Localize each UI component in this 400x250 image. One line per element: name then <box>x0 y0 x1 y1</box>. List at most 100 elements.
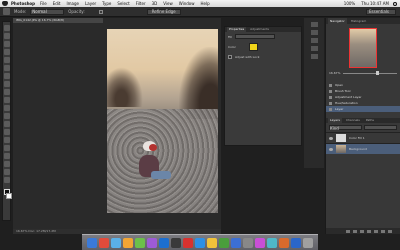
tool-preset-icon[interactable] <box>3 8 10 15</box>
mode-label: Mode: <box>14 9 27 14</box>
clock[interactable]: Thu 10:47 AM <box>361 1 389 6</box>
tab-adjustments[interactable]: Adjustments <box>248 27 271 32</box>
trash-icon[interactable] <box>388 229 392 233</box>
dock-app-icon[interactable] <box>207 237 217 248</box>
eye-icon[interactable] <box>329 136 333 140</box>
dock-app-icon[interactable] <box>123 237 133 248</box>
pen-tool-icon[interactable] <box>3 137 10 143</box>
menu-help[interactable]: Help <box>201 1 210 6</box>
layer-kind-filter[interactable]: Kind <box>329 125 362 131</box>
app-menu[interactable]: Photoshop <box>11 1 35 6</box>
list-item[interactable]: Layer <box>326 106 400 112</box>
dock-app-icon[interactable] <box>303 237 313 248</box>
layer-row-background[interactable]: Background <box>326 143 400 154</box>
tab-histogram[interactable]: Histogram <box>349 18 369 24</box>
mask-icon[interactable] <box>360 229 364 233</box>
dock-app-icon[interactable] <box>135 237 145 248</box>
color-panel-icon[interactable] <box>310 38 318 43</box>
group-icon[interactable] <box>374 229 378 233</box>
menu-image[interactable]: Image <box>66 1 79 6</box>
quick-select-tool-icon[interactable] <box>3 49 10 55</box>
dodge-tool-icon[interactable] <box>3 129 10 135</box>
document-tab[interactable]: IMG_0142.JPG @ 16.7% (RGB/8) <box>13 18 103 23</box>
dock-app-icon[interactable] <box>243 237 253 248</box>
zoom-value[interactable]: 16.67% <box>329 71 340 75</box>
menu-3d[interactable]: 3D <box>152 1 158 6</box>
blend-mode-select[interactable] <box>364 125 397 130</box>
dock-app-icon[interactable] <box>231 237 241 248</box>
workspace-select[interactable]: Essentials <box>366 8 396 15</box>
dock-app-icon[interactable] <box>279 237 289 248</box>
apple-menu-icon[interactable] <box>2 1 8 6</box>
background-color-swatch[interactable] <box>5 193 12 199</box>
hand-tool-icon[interactable] <box>3 169 10 175</box>
mode-select[interactable]: Normal <box>30 8 65 15</box>
right-panel-column: Navigator Histogram 16.67% Open Brush To… <box>325 18 400 234</box>
adjustment-layer-icon[interactable] <box>367 229 371 233</box>
dock-app-icon[interactable] <box>183 237 193 248</box>
blur-tool-icon[interactable] <box>3 121 10 127</box>
eyedropper-tool-icon[interactable] <box>3 65 10 71</box>
tab-navigator[interactable]: Navigator <box>328 18 347 24</box>
menu-layer[interactable]: Layer <box>85 1 96 6</box>
layer-row-color-fill[interactable]: Color Fill 1 <box>326 132 400 143</box>
link-layers-icon[interactable] <box>346 229 350 233</box>
dock-app-icon[interactable] <box>159 237 169 248</box>
battery-status[interactable]: 100% <box>344 1 355 6</box>
dock-app-icon[interactable] <box>255 237 265 248</box>
menu-edit[interactable]: Edit <box>53 1 61 6</box>
menu-select[interactable]: Select <box>117 1 129 6</box>
menu-type[interactable]: Type <box>102 1 111 6</box>
healing-brush-tool-icon[interactable] <box>3 73 10 79</box>
eye-icon[interactable] <box>329 147 333 151</box>
gradient-tool-icon[interactable] <box>3 113 10 119</box>
zoom-slider[interactable] <box>343 70 397 75</box>
menu-file[interactable]: File <box>40 1 47 6</box>
eraser-tool-icon[interactable] <box>3 105 10 111</box>
new-layer-icon[interactable] <box>381 229 385 233</box>
fill-dropdown[interactable] <box>235 34 276 39</box>
swatches-panel-icon[interactable] <box>310 46 318 51</box>
dock-app-icon[interactable] <box>99 237 109 248</box>
refine-edge-button[interactable]: Refine Edge <box>146 8 181 15</box>
fill-color-swatch[interactable] <box>248 43 258 51</box>
clone-stamp-tool-icon[interactable] <box>3 89 10 95</box>
crop-tool-icon[interactable] <box>3 57 10 63</box>
zoom-slider-knob[interactable] <box>375 70 379 75</box>
adjust-lock-checkbox[interactable] <box>228 55 232 59</box>
dock-app-icon[interactable] <box>171 237 181 248</box>
menu-window[interactable]: Window <box>179 1 195 6</box>
brush-tool-icon[interactable] <box>3 81 10 87</box>
path-select-tool-icon[interactable] <box>3 153 10 159</box>
dock-app-icon[interactable] <box>147 237 157 248</box>
styles-panel-icon[interactable] <box>310 54 318 59</box>
spotlight-search-icon[interactable] <box>393 1 397 6</box>
move-tool-icon[interactable] <box>3 25 10 31</box>
shape-tool-icon[interactable] <box>3 161 10 167</box>
dock-app-icon[interactable] <box>219 237 229 248</box>
dock-app-icon[interactable] <box>111 237 121 248</box>
layer-style-icon[interactable] <box>353 229 357 233</box>
tab-paths[interactable]: Paths <box>364 118 376 123</box>
menu-view[interactable]: View <box>163 1 173 6</box>
marquee-tool-icon[interactable] <box>3 33 10 39</box>
dock-app-icon[interactable] <box>267 237 277 248</box>
type-tool-icon[interactable] <box>3 145 10 151</box>
document-canvas[interactable] <box>107 29 218 213</box>
layer-name: Background <box>349 147 367 151</box>
actions-panel-icon[interactable] <box>310 30 318 35</box>
dock-app-icon[interactable] <box>195 237 205 248</box>
tab-properties[interactable]: Properties <box>227 27 247 32</box>
history-panel-icon[interactable] <box>310 22 318 27</box>
dock-app-icon[interactable] <box>87 237 97 248</box>
history-brush-tool-icon[interactable] <box>3 97 10 103</box>
lasso-tool-icon[interactable] <box>3 41 10 47</box>
tab-layers[interactable]: Layers <box>328 118 342 123</box>
option-checkbox[interactable] <box>98 9 103 14</box>
history-state-icon <box>329 101 332 105</box>
menu-filter[interactable]: Filter <box>136 1 146 6</box>
dock-app-icon[interactable] <box>291 237 301 248</box>
tab-channels[interactable]: Channels <box>344 118 362 123</box>
zoom-tool-icon[interactable] <box>3 177 10 183</box>
navigator-thumbnail[interactable] <box>349 28 377 68</box>
